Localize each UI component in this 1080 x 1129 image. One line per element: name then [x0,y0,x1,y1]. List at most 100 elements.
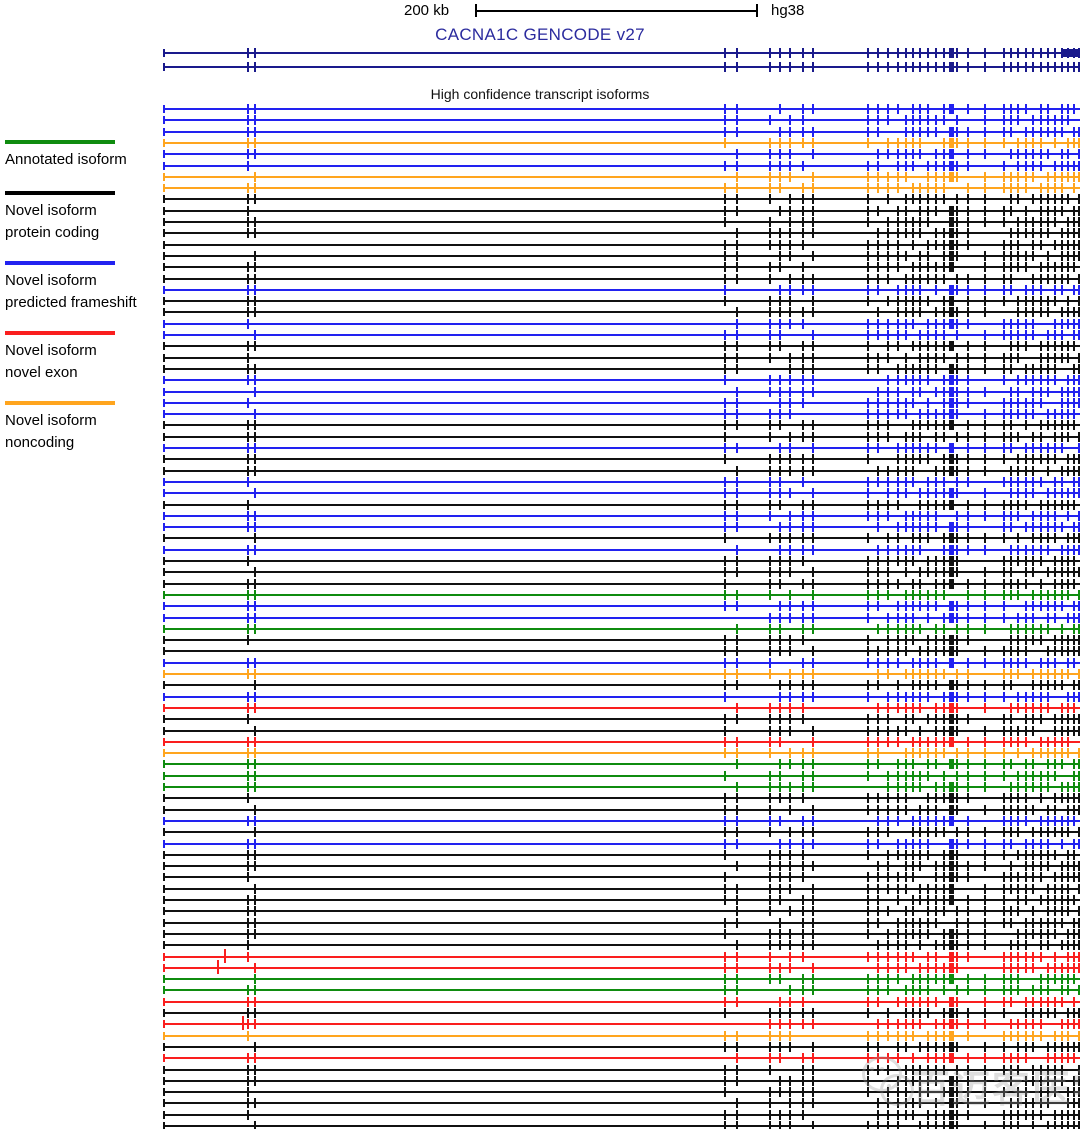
exon-tick [1067,307,1069,317]
exon-tick [905,918,907,928]
exon-tick [1054,1031,1056,1041]
exon-tick [724,929,726,939]
exon-tick [1067,646,1069,656]
exon-tick [1073,364,1075,374]
exon-tick [802,533,804,543]
exon-tick [912,703,914,713]
exon-tick [779,522,781,532]
exon-tick [943,613,945,623]
exon-tick [1054,579,1056,589]
exon-tick [1025,172,1027,182]
exon-tick [247,183,249,193]
exon-tick [1017,895,1019,905]
exon-tick [867,533,869,543]
exon-tick [802,48,804,58]
exon-tick [912,319,914,329]
exon-tick [1017,149,1019,159]
exon-tick [877,726,879,736]
exon-tick [1061,680,1063,690]
exon-tick [1054,1042,1056,1052]
exon-tick [912,1008,914,1018]
exon-tick [1047,816,1049,826]
exon-tick [1017,579,1019,589]
isoform-row [163,605,1080,607]
exon-tick [1010,48,1012,58]
exon-tick [779,183,781,193]
exon-tick [1073,952,1075,962]
exon-tick [254,228,256,238]
exon-tick [919,940,921,950]
exon-tick [984,330,986,340]
exon-tick [1010,906,1012,916]
exon-tick [1073,601,1075,611]
exon-tick [949,703,954,713]
exon-tick [956,985,958,995]
legend-label: Novel isoformprotein coding [5,200,99,244]
exon-tick [1010,918,1012,928]
exon-tick [919,500,921,510]
exon-tick [927,217,929,227]
exon-tick [789,285,791,295]
exon-tick [724,748,726,758]
exon-tick [1025,692,1027,702]
exon-tick [1010,714,1012,724]
exon-tick [912,511,914,521]
exon-tick [956,375,958,385]
exon-tick [967,307,969,317]
exon-tick [912,816,914,826]
exon-tick [1025,307,1027,317]
row-start-cap [163,388,165,396]
exon-tick [1025,127,1027,137]
exon-tick [1061,251,1063,261]
exon-tick [1040,364,1042,374]
exon-tick [789,466,791,476]
exon-tick [1054,161,1056,171]
exon-tick [867,341,869,351]
exon-tick [919,454,921,464]
exon-tick [1040,48,1042,58]
exon-tick [867,420,869,430]
exon-tick [867,567,869,577]
exon-tick [1032,624,1034,634]
exon-tick [877,522,879,532]
exon-tick [912,850,914,860]
exon-tick [1032,375,1034,385]
exon-tick [949,974,954,984]
exon-tick [1032,511,1034,521]
exon-tick [919,432,921,442]
exon-tick [897,1031,899,1041]
exon-tick [1047,217,1049,227]
exon-tick [919,62,921,72]
exon-tick [812,443,814,453]
exon-tick [1010,183,1012,193]
exon-tick [949,1008,954,1018]
exon-tick [984,759,986,769]
exon-tick [927,963,929,973]
exon-tick [724,635,726,645]
exon-tick [1025,62,1027,72]
exon-tick [1025,1042,1027,1052]
exon-tick [1017,1121,1019,1129]
exon-tick [912,138,914,148]
exon-tick [1054,805,1056,815]
exon-tick [736,1031,738,1041]
exon-tick [812,918,814,928]
exon-tick [779,1110,781,1120]
exon-tick [769,613,771,623]
exon-tick [1017,183,1019,193]
exon-tick [1017,556,1019,566]
exon-tick [1003,952,1005,962]
exon-tick [779,138,781,148]
exon-tick [897,646,899,656]
exon-tick [1017,375,1019,385]
exon-tick [1073,1121,1075,1129]
row-start-cap [163,817,165,825]
exon-tick [919,409,921,419]
exon-tick [912,839,914,849]
exon-tick [724,409,726,419]
gencode-end-block [1062,49,1080,57]
exon-tick [254,149,256,159]
exon-tick [1073,319,1075,329]
exon-tick [1017,319,1019,329]
exon-tick [887,726,889,736]
